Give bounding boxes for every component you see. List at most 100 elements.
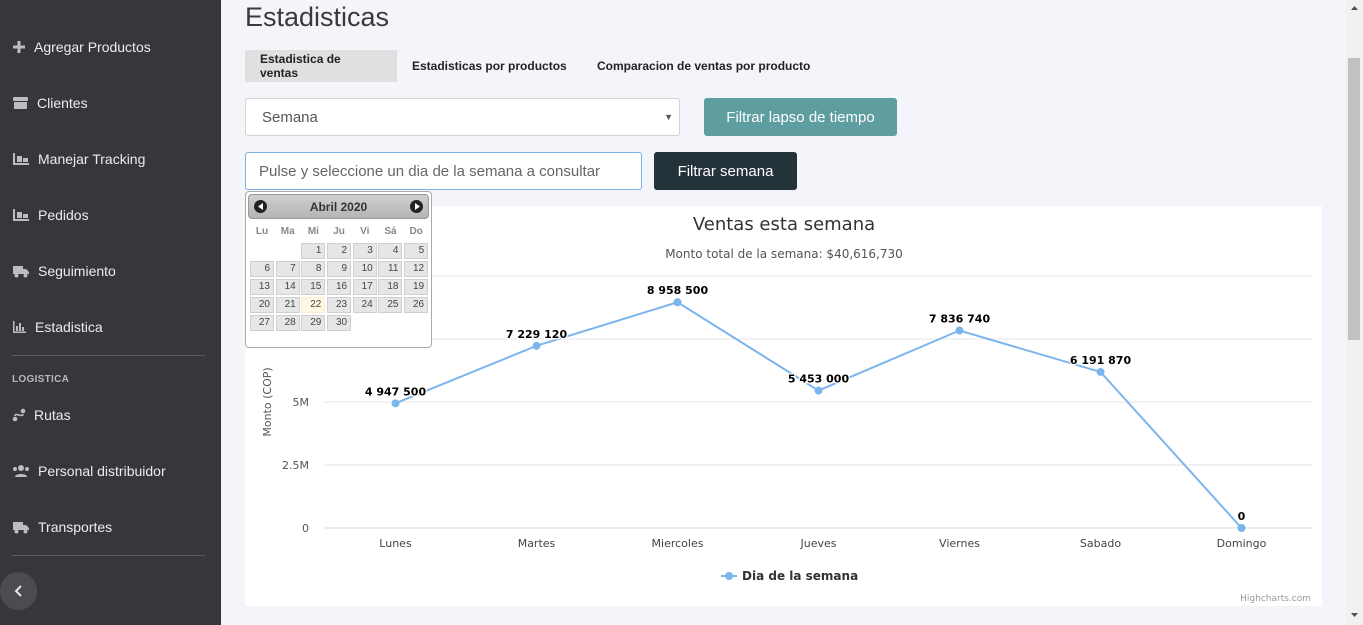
datepicker-day[interactable]: 18 (378, 279, 403, 295)
tab-estadisticas-por-productos[interactable]: Estadisticas por productos (397, 50, 582, 82)
legend-marker (725, 572, 733, 580)
datepicker-day[interactable]: 30 (327, 315, 352, 331)
plus-icon (13, 41, 25, 53)
sidebar-item-rutas[interactable]: Rutas (12, 403, 71, 427)
users-icon (13, 465, 29, 477)
filter-period-button[interactable]: Filtrar lapso de tiempo (704, 98, 897, 136)
datepicker-day[interactable]: 6 (250, 261, 274, 277)
scroll-up-arrow-icon[interactable] (1346, 3, 1363, 13)
sidebar: Agregar Productos Clientes Manejar Track… (0, 0, 221, 625)
datepicker-weekday: Vi (360, 226, 370, 237)
triangle-right-icon (414, 203, 420, 210)
store-icon (13, 97, 28, 109)
datepicker-day[interactable]: 22 (301, 297, 326, 313)
datepicker-day[interactable]: 29 (301, 315, 326, 331)
datepicker-day[interactable]: 11 (378, 261, 403, 277)
datepicker-day[interactable]: 5 (404, 243, 429, 259)
datepicker-day[interactable]: 10 (352, 261, 377, 277)
sidebar-item-label: Rutas (34, 407, 71, 423)
sidebar-item-label: Pedidos (38, 207, 89, 223)
datepicker-day[interactable]: 27 (250, 315, 274, 331)
x-tick-label: Lunes (379, 537, 412, 550)
date-input[interactable]: Pulse y seleccione un dia de la semana a… (245, 152, 642, 190)
datepicker-day[interactable]: 19 (404, 279, 429, 295)
data-point[interactable] (1096, 367, 1105, 376)
route-icon (12, 408, 26, 422)
data-point[interactable] (814, 386, 823, 395)
datepicker-day[interactable]: 26 (404, 297, 429, 313)
sidebar-item-label: Personal distribuidor (38, 463, 166, 479)
datepicker-day[interactable]: 4 (378, 243, 403, 259)
scrollbar-thumb[interactable] (1348, 58, 1360, 340)
scroll-down-arrow-icon[interactable] (1346, 610, 1363, 620)
data-point[interactable] (1237, 524, 1246, 532)
datepicker-prev-button[interactable] (254, 200, 267, 213)
triangle-left-icon (257, 203, 263, 210)
datepicker-day[interactable]: 15 (301, 279, 326, 295)
filter-week-button[interactable]: Filtrar semana (654, 152, 797, 190)
datepicker-weekday: Sá (384, 226, 397, 237)
datepicker-day[interactable]: 20 (250, 297, 274, 313)
sidebar-item-pedidos[interactable]: Pedidos (12, 203, 89, 227)
datepicker-day[interactable]: 28 (275, 315, 300, 331)
period-select[interactable]: Semana ▼ (245, 98, 680, 136)
datepicker-day[interactable]: 14 (275, 279, 300, 295)
datepicker-day[interactable]: 3 (352, 243, 377, 259)
datepicker-weekday: Do (409, 226, 423, 237)
truck-icon (13, 522, 29, 534)
datepicker-day[interactable]: 21 (275, 297, 300, 313)
sidebar-item-agregar-productos[interactable]: Agregar Productos (12, 35, 151, 59)
sidebar-collapse-button[interactable] (0, 572, 37, 610)
datepicker-day[interactable]: 23 (327, 297, 352, 313)
data-point[interactable] (673, 298, 682, 307)
legend[interactable]: Dia de la semana (721, 569, 858, 583)
x-tick-label: Domingo (1217, 537, 1267, 550)
sidebar-item-transportes[interactable]: Transportes (12, 515, 112, 539)
datepicker-day[interactable]: 7 (275, 261, 300, 277)
x-tick-label: Viernes (939, 537, 980, 550)
datepicker-weekday: Ma (280, 226, 295, 237)
sidebar-section-label: LOGISTICA (12, 374, 70, 385)
sidebar-item-estadistica[interactable]: Estadistica (12, 315, 103, 339)
data-point[interactable] (532, 341, 541, 350)
chart-subtitle: Monto total de la semana: $40,616,730 (665, 247, 903, 261)
datepicker-next-button[interactable] (410, 200, 423, 213)
chart-bar-icon (13, 321, 26, 333)
data-label: 8 958 500 (647, 284, 709, 297)
datepicker-day[interactable]: 1 (301, 243, 326, 259)
truck-loading-icon (13, 153, 29, 165)
tab-estadistica-de-ventas[interactable]: Estadistica de ventas (245, 50, 397, 82)
datepicker-header: Abril 2020 (248, 194, 429, 219)
sidebar-item-label: Manejar Tracking (38, 151, 146, 167)
datepicker-day[interactable]: 2 (327, 243, 352, 259)
data-point[interactable] (391, 399, 400, 408)
data-point[interactable] (955, 326, 964, 335)
sidebar-item-label: Seguimiento (38, 263, 116, 279)
data-label: 7 836 740 (929, 313, 991, 326)
y-axis-label: Monto (COP) (261, 367, 274, 436)
datepicker-weekday: Mi (307, 226, 319, 237)
datepicker-day[interactable]: 13 (250, 279, 274, 295)
datepicker-day[interactable]: 8 (301, 261, 326, 277)
datepicker-day[interactable]: 25 (378, 297, 403, 313)
page-scrollbar[interactable] (1346, 0, 1363, 625)
x-tick-label: Sabado (1080, 537, 1121, 550)
sidebar-item-clientes[interactable]: Clientes (12, 91, 88, 115)
truck-loading-icon (13, 209, 29, 221)
data-label: 5 453 000 (788, 373, 850, 386)
chart-credits[interactable]: Highcharts.com (1240, 594, 1311, 604)
datepicker-day[interactable]: 12 (404, 261, 429, 277)
sidebar-item-personal-distribuidor[interactable]: Personal distribuidor (12, 459, 166, 483)
datepicker-day[interactable]: 16 (327, 279, 352, 295)
data-label: 0 (1238, 510, 1246, 523)
sidebar-item-manejar-tracking[interactable]: Manejar Tracking (12, 147, 145, 171)
datepicker-day[interactable]: 24 (352, 297, 377, 313)
datepicker-weekday: Ju (333, 226, 345, 237)
caret-down-icon: ▼ (664, 112, 673, 122)
datepicker-weekday: Lu (255, 226, 269, 237)
sidebar-item-seguimiento[interactable]: Seguimiento (12, 259, 116, 283)
tab-comparacion-de-ventas[interactable]: Comparacion de ventas por producto (582, 50, 825, 82)
truck-icon (13, 266, 29, 278)
datepicker-day[interactable]: 17 (352, 279, 377, 295)
datepicker-day[interactable]: 9 (327, 261, 352, 277)
